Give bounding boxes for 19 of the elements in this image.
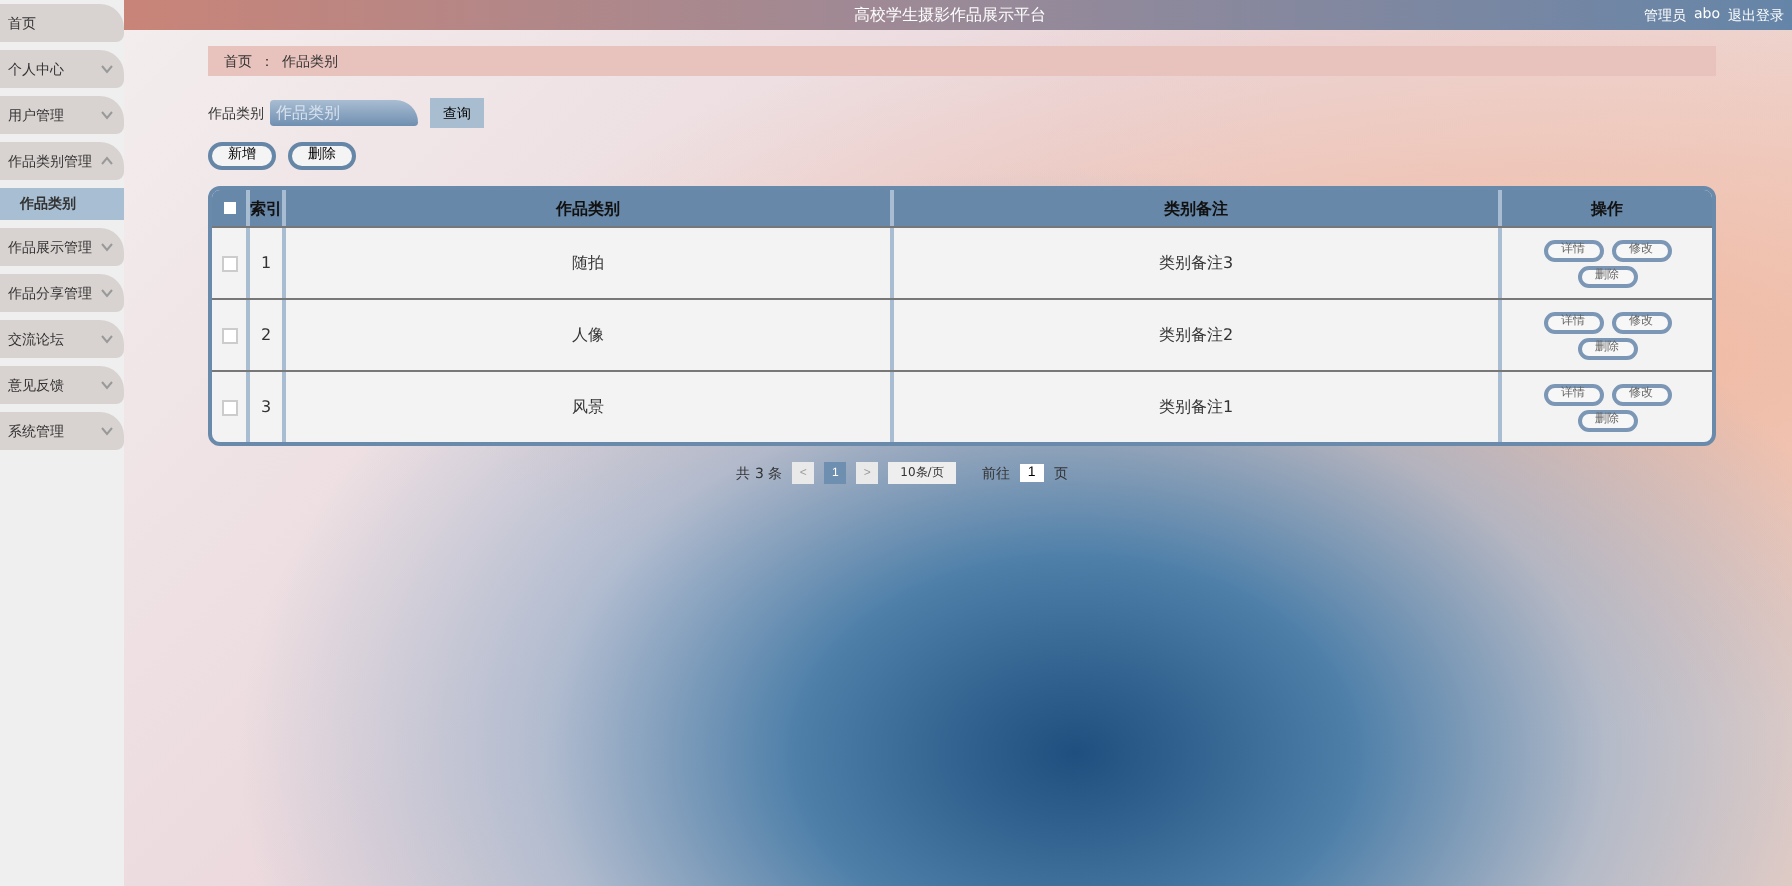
table-cell: 类别备注2 [890,300,1498,370]
row-checkbox[interactable] [221,327,237,343]
table-cell: 类别备注1 [890,372,1498,442]
table-cell: 人像 [282,300,890,370]
column-header: 作品类别 [282,190,890,226]
table-cell: 类别备注3 [890,228,1498,298]
column-header: 索引 [246,190,282,226]
select-all-checkbox[interactable] [223,202,235,214]
table-cell: 3 [246,372,282,442]
row-checkbox[interactable] [221,255,237,271]
search-field[interactable]: 作品类别 [270,100,418,126]
table-cell: 风景 [282,372,890,442]
table-cell: 1 [246,228,282,298]
column-header: 操作 [1498,190,1712,226]
table-cell: 2 [246,300,282,370]
site-title: 高校学生摄影作品展示平台 [854,4,1046,26]
table-cell: 随拍 [282,228,890,298]
row-checkbox[interactable] [221,399,237,415]
column-header: 类别备注 [890,190,1498,226]
